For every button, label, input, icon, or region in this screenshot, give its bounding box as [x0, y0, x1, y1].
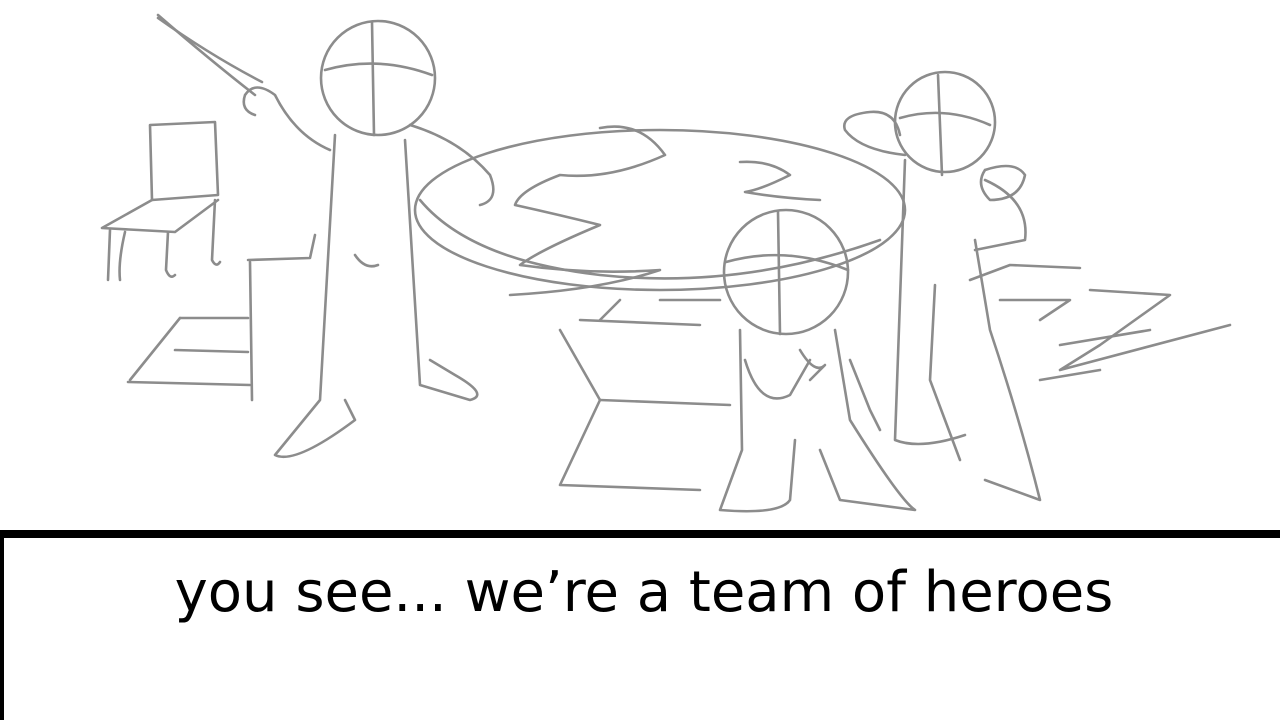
- storyboard-frame: you see... we’re a team of heroes: [0, 0, 1280, 720]
- sketch-illustration: [0, 0, 1280, 530]
- chair-sketch: [100, 120, 222, 282]
- hero-center-small: [718, 208, 917, 513]
- right-floor-sketch: [968, 263, 1232, 382]
- table-sketch: [413, 125, 907, 492]
- caption-text: you see... we’re a team of heroes: [174, 560, 1114, 625]
- caption-box: you see... we’re a team of heroes: [0, 530, 1280, 720]
- left-block-sketch: [126, 233, 317, 402]
- hero-right-flexing: [843, 70, 1042, 502]
- hero-left-pointing: [156, 13, 495, 459]
